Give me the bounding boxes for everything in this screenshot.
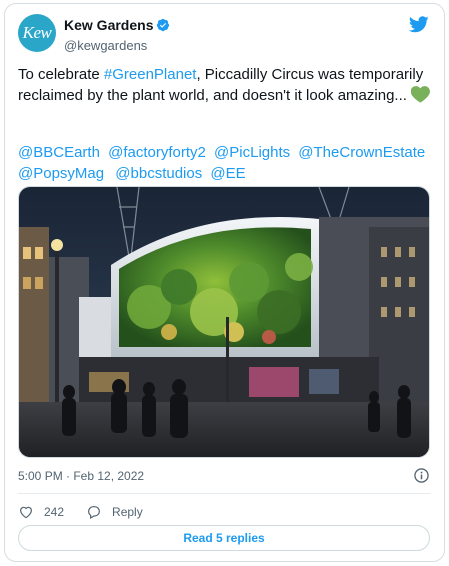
avatar[interactable]: Kew — [18, 14, 56, 52]
tweet-timestamp[interactable]: 5:00 PM · Feb 12, 2022 — [18, 469, 144, 483]
like-count: 242 — [44, 505, 65, 519]
hashtag-link[interactable]: #GreenPlanet — [104, 66, 197, 83]
user-handle[interactable]: @kewgardens — [64, 38, 170, 53]
mentions-list: @BBCEarth @factoryforty2 @PicLights @The… — [18, 142, 438, 184]
action-bar: 242 Reply — [18, 502, 165, 522]
verified-badge-icon — [157, 18, 170, 32]
mention-link[interactable]: @TheCrownEstate — [298, 144, 425, 161]
tweet-photo[interactable] — [18, 186, 430, 458]
avatar-logo-text: Kew — [22, 23, 52, 42]
mention-link[interactable]: @PopsyMag — [18, 165, 104, 182]
piccadilly-circus-plant-billboard — [19, 187, 429, 457]
mention-link[interactable]: @bbcstudios — [115, 165, 202, 182]
display-name[interactable]: Kew Gardens — [64, 17, 153, 33]
like-button[interactable]: 242 — [18, 504, 64, 520]
read-replies-button[interactable]: Read 5 replies — [18, 525, 430, 551]
author-info[interactable]: Kew Gardens @kewgardens — [64, 17, 170, 53]
mention-link[interactable]: @EE — [210, 165, 245, 182]
tweet-text-before: To celebrate — [18, 66, 104, 83]
twitter-bird-icon[interactable] — [409, 16, 429, 33]
display-name-row[interactable]: Kew Gardens — [64, 17, 170, 33]
divider — [18, 493, 431, 494]
tweet-body: To celebrate #GreenPlanet, Piccadilly Ci… — [18, 64, 433, 106]
green-heart-icon — [410, 86, 430, 103]
heart-outline-icon — [20, 506, 32, 519]
tweet-card[interactable]: Kew Kew Gardens @kewgardens To celebrate… — [4, 3, 445, 562]
info-icon[interactable] — [414, 468, 429, 483]
mention-link[interactable]: @PicLights — [214, 144, 290, 161]
mention-link[interactable]: @factoryforty2 — [108, 144, 206, 161]
reply-label: Reply — [112, 505, 143, 519]
reply-icon — [88, 506, 100, 520]
tweet-header: Kew Kew Gardens @kewgardens — [18, 14, 431, 58]
mention-link[interactable]: @BBCEarth — [18, 144, 100, 161]
reply-button[interactable]: Reply — [86, 504, 143, 520]
read-replies-label: Read 5 replies — [183, 531, 265, 545]
